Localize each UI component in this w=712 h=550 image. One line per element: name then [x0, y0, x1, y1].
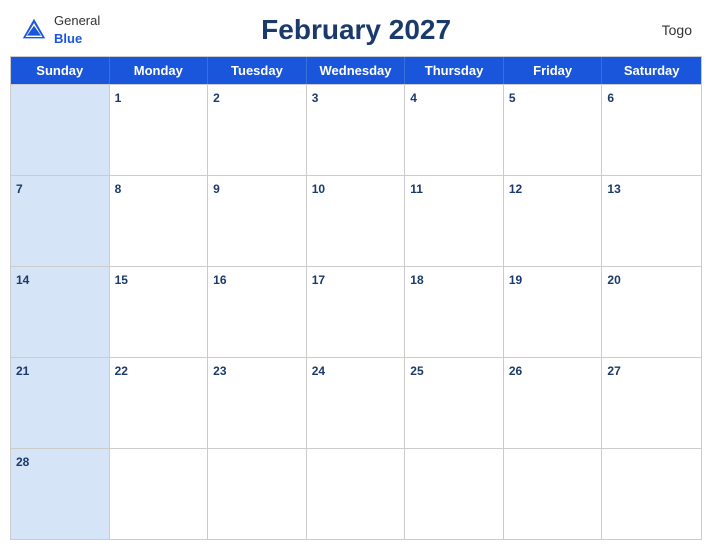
calendar-cell: 27 — [602, 358, 701, 448]
cell-number: 12 — [509, 182, 522, 196]
calendar-cell: 1 — [110, 85, 209, 175]
header-monday: Monday — [110, 57, 209, 84]
cell-number: 8 — [115, 182, 122, 196]
calendar-cell — [504, 449, 603, 539]
header-wednesday: Wednesday — [307, 57, 406, 84]
calendar-cell: 6 — [602, 85, 701, 175]
week-row-1: 1 2 3 4 5 6 — [11, 84, 701, 175]
calendar-body: 1234567891011121314151617181920212223242… — [11, 84, 701, 539]
cell-number: 22 — [115, 364, 128, 378]
header-thursday: Thursday — [405, 57, 504, 84]
calendar-cell: 28 — [11, 449, 110, 539]
cell-number: 19 — [509, 273, 522, 287]
logo: General Blue — [20, 12, 100, 48]
calendar-cell: 7 — [11, 176, 110, 266]
calendar-cell: 5 — [504, 85, 603, 175]
calendar-cell: 21 — [11, 358, 110, 448]
logo-blue: Blue — [54, 31, 82, 46]
cell-number: 24 — [312, 364, 325, 378]
calendar-cell: 12 — [504, 176, 603, 266]
week-row-3: 14 15 16 17 18 19 20 — [11, 266, 701, 357]
calendar-cell: 20 — [602, 267, 701, 357]
cell-number: 13 — [607, 182, 620, 196]
calendar-cell — [405, 449, 504, 539]
calendar-cell: 17 — [307, 267, 406, 357]
cell-number: 9 — [213, 182, 220, 196]
calendar-cell: 26 — [504, 358, 603, 448]
calendar-cell: 19 — [504, 267, 603, 357]
header-friday: Friday — [504, 57, 603, 84]
cell-number: 7 — [16, 182, 23, 196]
week-row-2: 7 8 9 10 11 12 13 — [11, 175, 701, 266]
country-label: Togo — [612, 22, 692, 38]
days-header: Sunday Monday Tuesday Wednesday Thursday… — [11, 57, 701, 84]
calendar-cell: 10 — [307, 176, 406, 266]
calendar-cell — [110, 449, 209, 539]
header-saturday: Saturday — [602, 57, 701, 84]
calendar-cell: 8 — [110, 176, 209, 266]
cell-number: 14 — [16, 273, 29, 287]
calendar-cell: 18 — [405, 267, 504, 357]
cell-number: 16 — [213, 273, 226, 287]
calendar-cell: 13 — [602, 176, 701, 266]
calendar-cell: 22 — [110, 358, 209, 448]
calendar-cell: 9 — [208, 176, 307, 266]
calendar-cell: 4 — [405, 85, 504, 175]
cell-number: 15 — [115, 273, 128, 287]
week-row-4: 21 22 23 24 25 26 27 — [11, 357, 701, 448]
calendar-cell: 3 — [307, 85, 406, 175]
calendar-cell: 11 — [405, 176, 504, 266]
cell-number: 26 — [509, 364, 522, 378]
page-header: General Blue February 2027 Togo — [0, 0, 712, 56]
calendar-cell: 16 — [208, 267, 307, 357]
calendar-cell — [602, 449, 701, 539]
calendar-cell — [307, 449, 406, 539]
cell-number: 2 — [213, 91, 220, 105]
cell-number: 4 — [410, 91, 417, 105]
cell-number: 25 — [410, 364, 423, 378]
cell-number: 11 — [410, 182, 423, 196]
cell-number: 27 — [607, 364, 620, 378]
cell-number: 1 — [115, 91, 122, 105]
cell-number: 28 — [16, 455, 29, 469]
calendar-cell: 14 — [11, 267, 110, 357]
cell-number: 17 — [312, 273, 325, 287]
calendar: Sunday Monday Tuesday Wednesday Thursday… — [10, 56, 702, 540]
logo-icon — [20, 16, 48, 44]
calendar-cell: 15 — [110, 267, 209, 357]
week-row-5: 28 — [11, 448, 701, 539]
cell-number: 10 — [312, 182, 325, 196]
calendar-cell: 2 — [208, 85, 307, 175]
calendar-cell: 23 — [208, 358, 307, 448]
header-sunday: Sunday — [11, 57, 110, 84]
header-tuesday: Tuesday — [208, 57, 307, 84]
cell-number: 6 — [607, 91, 614, 105]
calendar-title: February 2027 — [100, 14, 612, 46]
logo-general: General — [54, 13, 100, 28]
cell-number: 23 — [213, 364, 226, 378]
calendar-cell — [11, 85, 110, 175]
cell-number: 5 — [509, 91, 516, 105]
calendar-cell: 25 — [405, 358, 504, 448]
calendar-cell: 24 — [307, 358, 406, 448]
cell-number: 18 — [410, 273, 423, 287]
cell-number: 3 — [312, 91, 319, 105]
cell-number: 21 — [16, 364, 29, 378]
cell-number: 20 — [607, 273, 620, 287]
calendar-cell — [208, 449, 307, 539]
